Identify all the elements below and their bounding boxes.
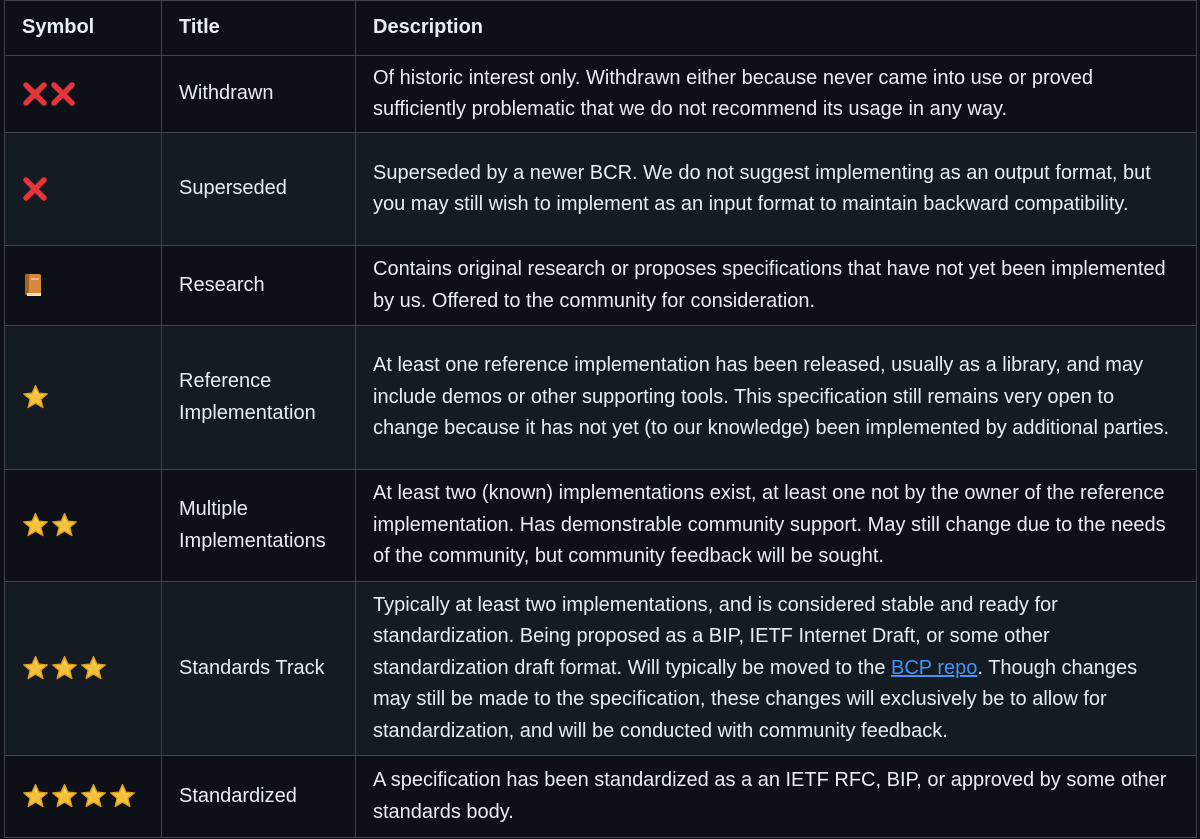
table-row: Withdrawn Of historic interest only. Wit… — [4, 55, 1197, 133]
star-icon — [51, 512, 78, 538]
header-symbol: Symbol — [4, 0, 162, 56]
star-icon — [22, 384, 49, 410]
table-row: Standards Track Typically at least two i… — [4, 581, 1197, 756]
description-cell: Of historic interest only. Withdrawn eit… — [355, 55, 1197, 133]
description-cell: Contains original research or proposes s… — [355, 245, 1197, 326]
title-cell: Withdrawn — [161, 55, 356, 133]
header-description: Description — [355, 0, 1197, 56]
description-cell: Superseded by a newer BCR. We do not sug… — [355, 132, 1197, 246]
cross-mark-icon — [50, 81, 76, 107]
description-cell: A specification has been standardized as… — [355, 755, 1197, 838]
symbol-cell — [4, 469, 162, 582]
header-title: Title — [161, 0, 356, 56]
table-row: Multiple Implementations At least two (k… — [4, 469, 1197, 582]
title-cell: Standardized — [161, 755, 356, 838]
star-icon — [22, 655, 49, 681]
symbol-cell — [4, 245, 162, 326]
table-header-row: Symbol Title Description — [4, 0, 1197, 56]
symbol-cell — [4, 755, 162, 838]
star-icon — [109, 783, 136, 809]
symbol-cell — [4, 132, 162, 246]
star-icon — [80, 783, 107, 809]
description-cell: Typically at least two implementations, … — [355, 581, 1197, 756]
spec-status-table: Symbol Title Description Withdrawn Of hi… — [4, 0, 1197, 838]
description-cell: At least one reference implementation ha… — [355, 325, 1197, 470]
table-row: Research Contains original research or p… — [4, 245, 1197, 326]
symbol-cell — [4, 55, 162, 133]
star-icon — [22, 783, 49, 809]
bcp-repo-link[interactable]: BCP repo — [891, 657, 977, 679]
book-icon — [22, 272, 44, 298]
star-icon — [51, 655, 78, 681]
page: Symbol Title Description Withdrawn Of hi… — [0, 0, 1200, 839]
title-cell: Reference Implementation — [161, 325, 356, 470]
star-icon — [51, 783, 78, 809]
title-cell: Superseded — [161, 132, 356, 246]
symbol-cell — [4, 581, 162, 756]
cross-mark-icon — [22, 176, 48, 202]
title-cell: Research — [161, 245, 356, 326]
title-cell: Multiple Implementations — [161, 469, 356, 582]
title-cell: Standards Track — [161, 581, 356, 756]
table-row: Reference Implementation At least one re… — [4, 325, 1197, 470]
symbol-cell — [4, 325, 162, 470]
description-cell: At least two (known) implementations exi… — [355, 469, 1197, 582]
star-icon — [80, 655, 107, 681]
star-icon — [22, 512, 49, 538]
table-row: Superseded Superseded by a newer BCR. We… — [4, 132, 1197, 246]
table-row: Standardized A specification has been st… — [4, 755, 1197, 838]
cross-mark-icon — [22, 81, 48, 107]
